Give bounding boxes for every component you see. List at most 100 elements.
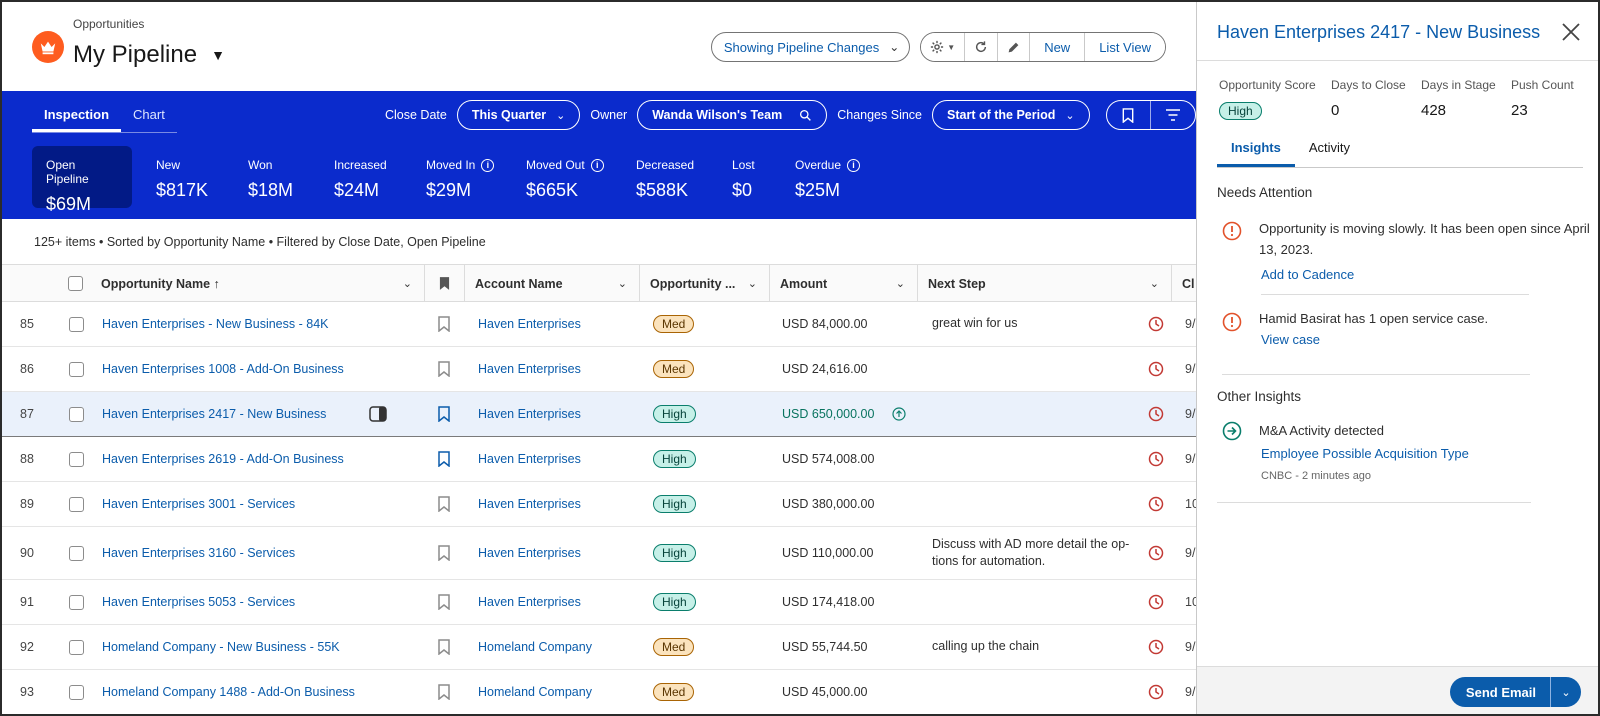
account-name-link[interactable]: Homeland Company bbox=[478, 625, 592, 669]
breadcrumb[interactable]: Opportunities bbox=[73, 17, 144, 31]
metric-moved-in[interactable]: Moved In i $29M bbox=[412, 146, 512, 208]
tab-chart[interactable]: Chart bbox=[121, 107, 177, 132]
select-all-checkbox[interactable] bbox=[68, 276, 83, 291]
chevron-down-icon[interactable]: ⌄ bbox=[896, 277, 905, 290]
row-checkbox[interactable] bbox=[69, 406, 84, 422]
bookmark-button[interactable] bbox=[1107, 101, 1151, 129]
chevron-down-icon[interactable]: ⌄ bbox=[1150, 277, 1159, 290]
col-opportunity-name[interactable]: Opportunity Name ↑ ⌄ bbox=[91, 265, 425, 302]
opportunity-name-link[interactable]: Haven Enterprises 5053 - Services bbox=[102, 580, 295, 624]
col-label: Account Name bbox=[475, 276, 563, 291]
table-row[interactable]: 93 Homeland Company 1488 - Add-On Busines… bbox=[2, 670, 1196, 714]
bookmark-icon[interactable] bbox=[438, 437, 450, 481]
changes-since-filter[interactable]: Start of the Period ⌄ bbox=[932, 100, 1090, 130]
table-row[interactable]: 89 Haven Enterprises 3001 - Services Haven… bbox=[2, 482, 1199, 527]
table-row[interactable]: 90 Haven Enterprises 3160 - Services Haven… bbox=[2, 527, 1196, 580]
row-checkbox[interactable] bbox=[69, 451, 84, 467]
table-row[interactable]: 86 Haven Enterprises 1008 - Add-On Busine… bbox=[2, 347, 1196, 392]
metric-value: $69M bbox=[46, 194, 92, 214]
table-row[interactable]: 92 Homeland Company - New Business - 55K H… bbox=[2, 625, 1196, 670]
chevron-down-icon[interactable]: ⌄ bbox=[618, 277, 627, 290]
bookmark-icon[interactable] bbox=[438, 347, 450, 391]
bookmark-icon[interactable] bbox=[438, 302, 450, 346]
opportunity-name-link[interactable]: Haven Enterprises 1008 - Add-On Business bbox=[102, 347, 344, 391]
send-email-button[interactable]: Send Email bbox=[1450, 677, 1551, 707]
col-opportunity-score[interactable]: Opportunity ... ⌄ bbox=[640, 265, 770, 302]
row-checkbox[interactable] bbox=[69, 594, 84, 610]
row-checkbox[interactable] bbox=[69, 361, 84, 377]
bookmark-icon[interactable] bbox=[438, 482, 450, 526]
bookmark-icon[interactable] bbox=[438, 580, 450, 624]
bookmark-icon[interactable] bbox=[438, 392, 450, 436]
view-case-link[interactable]: View case bbox=[1261, 332, 1320, 347]
page-title[interactable]: My Pipeline ▼ bbox=[73, 41, 225, 69]
table-row[interactable]: 87 Haven Enterprises 2417 - New Business H… bbox=[2, 392, 1196, 437]
row-checkbox[interactable] bbox=[69, 684, 84, 700]
bookmark-icon[interactable] bbox=[438, 527, 450, 579]
chevron-down-icon[interactable]: ⌄ bbox=[748, 277, 757, 290]
refresh-button[interactable] bbox=[965, 33, 999, 61]
account-name-link[interactable]: Haven Enterprises bbox=[478, 392, 581, 436]
caret-down-icon[interactable]: ▼ bbox=[211, 47, 225, 63]
metric-moved-out[interactable]: Moved Out i $665K bbox=[512, 146, 622, 208]
table-row[interactable]: 85 Haven Enterprises - New Business - 84K… bbox=[2, 302, 1196, 347]
new-button[interactable]: New bbox=[1030, 33, 1086, 61]
row-checkbox-cell bbox=[69, 392, 84, 436]
row-checkbox[interactable] bbox=[69, 639, 84, 655]
col-bookmark[interactable] bbox=[425, 265, 465, 302]
row-checkbox[interactable] bbox=[69, 545, 84, 561]
metric-new[interactable]: New $817K bbox=[142, 146, 234, 208]
chevron-down-icon[interactable]: ⌄ bbox=[403, 277, 412, 290]
account-name-link[interactable]: Haven Enterprises bbox=[478, 482, 581, 526]
opportunity-name-link[interactable]: Haven Enterprises 3160 - Services bbox=[102, 527, 295, 579]
row-number: 86 bbox=[20, 362, 34, 376]
opportunity-name-link[interactable]: Haven Enterprises 2417 - New Business bbox=[102, 392, 326, 436]
bookmark-icon[interactable] bbox=[438, 625, 450, 669]
tab-activity[interactable]: Activity bbox=[1295, 132, 1364, 167]
add-to-cadence-link[interactable]: Add to Cadence bbox=[1261, 267, 1354, 282]
owner-filter[interactable]: Wanda Wilson's Team bbox=[637, 100, 828, 130]
info-icon[interactable]: i bbox=[847, 158, 861, 172]
acquisition-type-link[interactable]: Employee Possible Acquisition Type bbox=[1261, 446, 1469, 461]
tab-inspection[interactable]: Inspection bbox=[32, 107, 122, 132]
row-checkbox[interactable] bbox=[69, 316, 84, 332]
tab-insights[interactable]: Insights bbox=[1217, 132, 1295, 167]
settings-button[interactable]: ▼ bbox=[921, 33, 966, 61]
account-name-link[interactable]: Haven Enterprises bbox=[478, 580, 581, 624]
bookmark-icon[interactable] bbox=[438, 670, 450, 714]
account-name-link[interactable]: Haven Enterprises bbox=[478, 437, 581, 481]
close-icon[interactable] bbox=[1560, 21, 1582, 43]
metric-overdue[interactable]: Overdue i $25M bbox=[781, 146, 881, 208]
close-date-filter[interactable]: This Quarter ⌄ bbox=[456, 100, 581, 130]
row-checkbox[interactable] bbox=[69, 496, 84, 512]
info-icon[interactable]: i bbox=[481, 158, 495, 172]
account-name-link[interactable]: Homeland Company bbox=[478, 670, 592, 714]
gear-icon bbox=[931, 40, 944, 54]
account-name-link[interactable]: Haven Enterprises bbox=[478, 527, 581, 579]
filter-button[interactable] bbox=[1151, 101, 1195, 129]
send-email-menu-button[interactable]: ⌄ bbox=[1551, 677, 1581, 707]
metric-won[interactable]: Won $18M bbox=[234, 146, 320, 208]
col-account-name[interactable]: Account Name ⌄ bbox=[465, 265, 640, 302]
metric-increased[interactable]: Increased $24M bbox=[320, 146, 412, 208]
opportunity-name-link[interactable]: Haven Enterprises 3001 - Services bbox=[102, 482, 295, 526]
metric-decreased[interactable]: Decreased $588K bbox=[622, 146, 718, 208]
opportunity-name-link[interactable]: Haven Enterprises - New Business - 84K bbox=[102, 302, 328, 346]
table-row[interactable]: 91 Haven Enterprises 5053 - Services Haven… bbox=[2, 580, 1199, 625]
metric-lost[interactable]: Lost $0 bbox=[718, 146, 781, 208]
opportunity-name-link[interactable]: Homeland Company - New Business - 55K bbox=[102, 625, 340, 669]
account-name-link[interactable]: Haven Enterprises bbox=[478, 302, 581, 346]
showing-pipeline-changes-button[interactable]: Showing Pipeline Changes ⌄ bbox=[710, 32, 911, 62]
edit-button[interactable] bbox=[998, 33, 1031, 61]
col-next-step[interactable]: Next Step ⌄ bbox=[918, 265, 1172, 302]
info-icon[interactable]: i bbox=[590, 158, 604, 172]
list-view-button[interactable]: List View bbox=[1085, 33, 1165, 61]
panel-title[interactable]: Haven Enterprises 2417 - New Business bbox=[1217, 22, 1540, 43]
open-panel-icon[interactable] bbox=[369, 392, 387, 436]
opportunity-name-link[interactable]: Homeland Company 1488 - Add-On Business bbox=[102, 670, 355, 714]
metric-open-pipeline[interactable]: Open Pipeline $69M bbox=[32, 146, 132, 214]
table-row[interactable]: 88 Haven Enterprises 2619 - Add-On Busine… bbox=[2, 437, 1196, 482]
opportunity-name-link[interactable]: Haven Enterprises 2619 - Add-On Business bbox=[102, 437, 344, 481]
account-name-link[interactable]: Haven Enterprises bbox=[478, 347, 581, 391]
col-amount[interactable]: Amount ⌄ bbox=[770, 265, 918, 302]
